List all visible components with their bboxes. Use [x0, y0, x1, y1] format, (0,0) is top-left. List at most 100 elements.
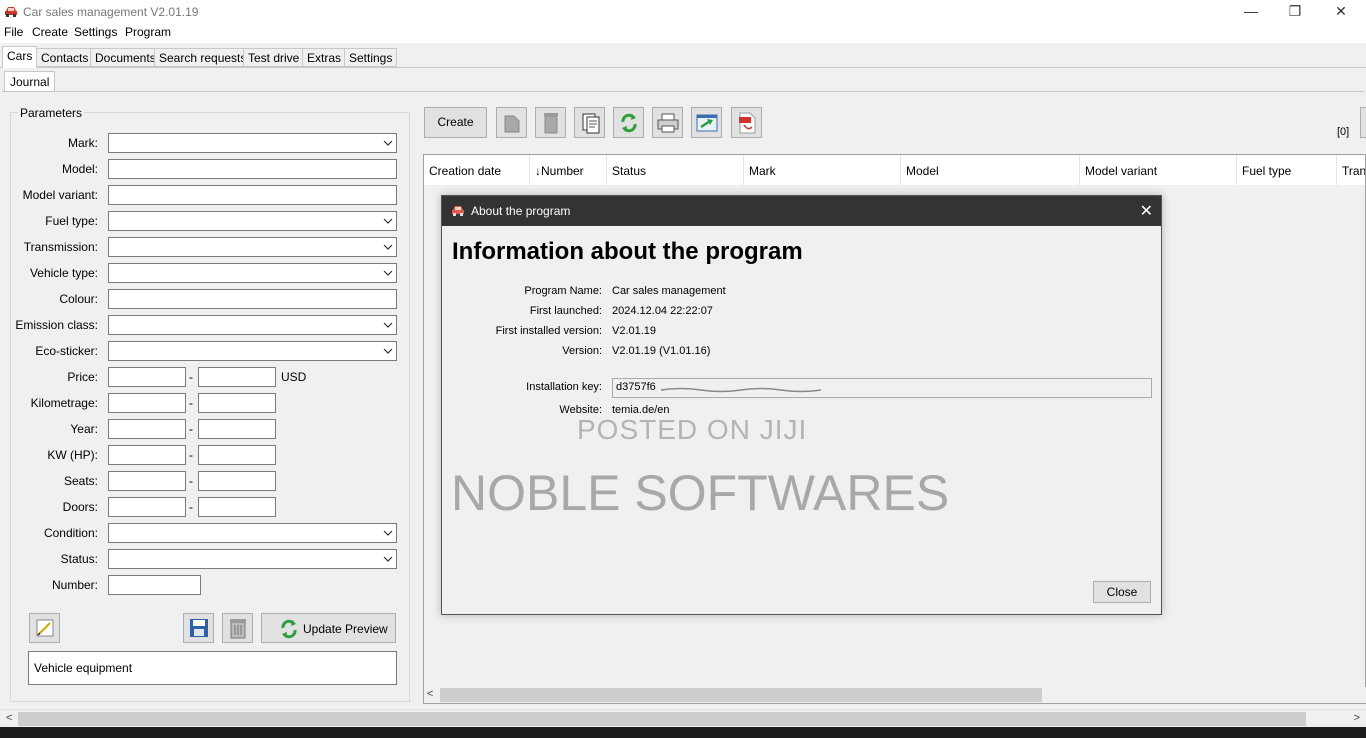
delete-icon: [544, 113, 558, 134]
column-status[interactable]: Status: [607, 155, 744, 185]
chevron-down-icon: [383, 530, 393, 536]
refresh-button[interactable]: [613, 107, 644, 138]
model-variant-input[interactable]: [108, 185, 397, 205]
dialog-title: About the program: [471, 204, 571, 218]
window-titlebar: Car sales management V2.01.19 — ❐ ✕: [0, 0, 1366, 24]
doors-label: Doors:: [62, 500, 98, 514]
condition-select[interactable]: [108, 523, 397, 543]
mark-label: Mark:: [68, 136, 98, 150]
save-button[interactable]: [183, 613, 214, 643]
print-button[interactable]: [652, 107, 683, 138]
trash-icon: [230, 619, 246, 639]
menu-program[interactable]: Program: [125, 25, 171, 39]
chevron-down-icon: [383, 218, 393, 224]
eco-sticker-select[interactable]: [108, 341, 397, 361]
seats-label: Seats:: [63, 474, 98, 488]
scrollbar-thumb[interactable]: [18, 712, 1306, 726]
column-model-variant[interactable]: Model variant: [1080, 155, 1237, 185]
colour-input[interactable]: [108, 289, 397, 309]
update-preview-button[interactable]: Update Preview: [261, 613, 396, 643]
tab-test-drive[interactable]: Test drive: [243, 48, 305, 67]
create-button[interactable]: Create: [424, 107, 487, 138]
kw-min-input[interactable]: [108, 445, 186, 465]
program-name-label: Program Name:: [524, 285, 602, 297]
year-label: Year:: [70, 422, 98, 436]
archive-button[interactable]: [535, 107, 566, 138]
year-min-input[interactable]: [108, 419, 186, 439]
doors-max-input[interactable]: [198, 497, 276, 517]
model-input[interactable]: [108, 159, 397, 179]
emission-class-select[interactable]: [108, 315, 397, 335]
menu-settings[interactable]: Settings: [74, 25, 117, 39]
tab-extras[interactable]: Extras: [302, 48, 347, 67]
fuel-type-select[interactable]: [108, 211, 397, 231]
price-label: Price:: [67, 370, 98, 384]
subtab-journal[interactable]: Journal: [4, 71, 56, 92]
seats-min-input[interactable]: [108, 471, 186, 491]
minimize-button[interactable]: —: [1228, 0, 1274, 24]
scroll-left-icon[interactable]: <: [427, 688, 433, 700]
tab-settings[interactable]: Settings: [344, 48, 398, 67]
year-max-input[interactable]: [198, 419, 276, 439]
column-transmission[interactable]: Tran: [1337, 155, 1365, 185]
transmission-select[interactable]: [108, 237, 397, 257]
menu-create[interactable]: Create: [32, 25, 68, 39]
range-dash: -: [189, 474, 193, 488]
menu-file[interactable]: File: [4, 25, 23, 39]
car-app-icon: [5, 7, 17, 17]
number-label: Number:: [51, 578, 98, 592]
range-dash: -: [189, 448, 193, 462]
toolbar-overflow-button[interactable]: [1360, 107, 1366, 138]
doors-min-input[interactable]: [108, 497, 186, 517]
kilometrage-max-input[interactable]: [198, 393, 276, 413]
os-taskbar: [0, 727, 1366, 738]
dialog-close-icon[interactable]: ✕: [1140, 201, 1153, 221]
edit-icon: [36, 619, 54, 637]
kw-max-input[interactable]: [198, 445, 276, 465]
tab-contacts[interactable]: Contacts: [36, 48, 94, 67]
export-icon: [696, 114, 718, 132]
column-number[interactable]: ↓Number: [530, 155, 607, 185]
scroll-right-icon[interactable]: >: [1354, 712, 1360, 724]
installation-key-field[interactable]: d3757f6: [612, 378, 1152, 398]
copy-button[interactable]: [496, 107, 527, 138]
copy-doc-icon: [504, 115, 520, 133]
maximize-button[interactable]: ❐: [1272, 0, 1318, 24]
vehicle-type-select[interactable]: [108, 263, 397, 283]
tab-documents[interactable]: Documents: [90, 48, 161, 67]
print-icon: [657, 113, 679, 133]
price-min-input[interactable]: [108, 367, 186, 387]
number-input[interactable]: [108, 575, 201, 595]
scrollbar-thumb[interactable]: [440, 688, 1042, 702]
column-creation-date[interactable]: Creation date: [424, 155, 530, 185]
column-fuel-type[interactable]: Fuel type: [1237, 155, 1337, 185]
status-select[interactable]: [108, 549, 397, 569]
range-dash: -: [189, 422, 193, 436]
installation-key-value: d3757f6: [616, 381, 656, 393]
colour-label: Colour:: [59, 292, 98, 306]
pdf-button[interactable]: [731, 107, 762, 138]
page-horizontal-scrollbar[interactable]: < >: [0, 709, 1366, 727]
tab-cars[interactable]: Cars: [2, 46, 38, 68]
seats-max-input[interactable]: [198, 471, 276, 491]
close-window-button[interactable]: ✕: [1318, 0, 1364, 24]
edit-button[interactable]: [29, 613, 60, 643]
vehicle-equipment-box[interactable]: Vehicle equipment: [28, 651, 397, 685]
dialog-close-button[interactable]: Close: [1093, 581, 1151, 603]
kilometrage-min-input[interactable]: [108, 393, 186, 413]
installation-key-label: Installation key:: [526, 381, 602, 393]
mark-select[interactable]: [108, 133, 397, 153]
grid-horizontal-scrollbar[interactable]: <: [424, 687, 1366, 703]
redacted-key-mark: [661, 387, 822, 393]
delete-button[interactable]: [222, 613, 253, 643]
column-model[interactable]: Model: [901, 155, 1080, 185]
condition-label: Condition:: [43, 526, 98, 540]
export-button[interactable]: [691, 107, 722, 138]
about-dialog: About the program ✕ Information about th…: [441, 195, 1162, 615]
tab-search-requests[interactable]: Search requests: [154, 48, 252, 67]
scroll-left-icon[interactable]: <: [6, 712, 12, 724]
document-button[interactable]: [574, 107, 605, 138]
price-max-input[interactable]: [198, 367, 276, 387]
kilometrage-label: Kilometrage:: [30, 396, 98, 410]
column-mark[interactable]: Mark: [744, 155, 901, 185]
